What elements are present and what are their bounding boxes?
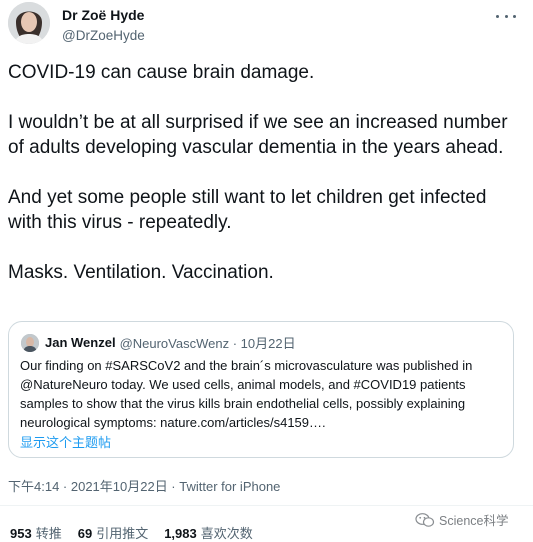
tweet-paragraph: And yet some people still want to let ch… xyxy=(8,187,487,233)
author-avatar[interactable] xyxy=(8,2,50,44)
show-thread-link[interactable]: 显示这个主题帖 xyxy=(20,432,111,451)
wechat-icon xyxy=(415,512,435,527)
watermark: Science科学 xyxy=(415,510,508,529)
retweets-stat[interactable]: 953 转推 xyxy=(10,523,62,542)
quoted-tweet-text: Our finding on #SARSCoV2 and the brain´s… xyxy=(20,358,473,430)
quoted-tweet[interactable]: Jan Wenzel @NeuroVascWenz · 10月22日 Our f… xyxy=(8,321,514,458)
likes-stat[interactable]: 1,983 喜欢次数 xyxy=(164,523,253,542)
more-options-icon[interactable] xyxy=(496,8,516,24)
author-name[interactable]: Dr Zoë Hyde xyxy=(62,6,145,24)
quoted-tweet-header: Jan Wenzel @NeuroVascWenz · 10月22日 xyxy=(21,333,296,352)
tweet-author: Dr Zoë Hyde @DrZoeHyde xyxy=(62,6,145,45)
watermark-text: Science科学 xyxy=(439,514,509,528)
quoted-author-name: Jan Wenzel xyxy=(45,335,116,350)
author-handle[interactable]: @DrZoeHyde xyxy=(62,27,145,45)
quote-avatar xyxy=(21,333,39,352)
tweet-timestamp-source[interactable]: 下午4:14 · 2021年10月22日 · Twitter for iPhon… xyxy=(8,476,280,495)
quotes-stat[interactable]: 69 引用推文 xyxy=(78,523,148,542)
tweet-text: COVID-19 can cause brain damage. I would… xyxy=(8,60,518,310)
tweet-paragraph: COVID-19 can cause brain damage. xyxy=(8,62,315,83)
divider xyxy=(0,505,533,506)
tweet-paragraph: I wouldn’t be at all surprised if we see… xyxy=(8,112,508,158)
quoted-author-handle-date: @NeuroVascWenz · 10月22日 xyxy=(119,336,296,351)
tweet-paragraph: Masks. Ventilation. Vaccination. xyxy=(8,262,274,283)
tweet-stats: 953 转推 69 引用推文 1,983 喜欢次数 xyxy=(10,523,269,542)
